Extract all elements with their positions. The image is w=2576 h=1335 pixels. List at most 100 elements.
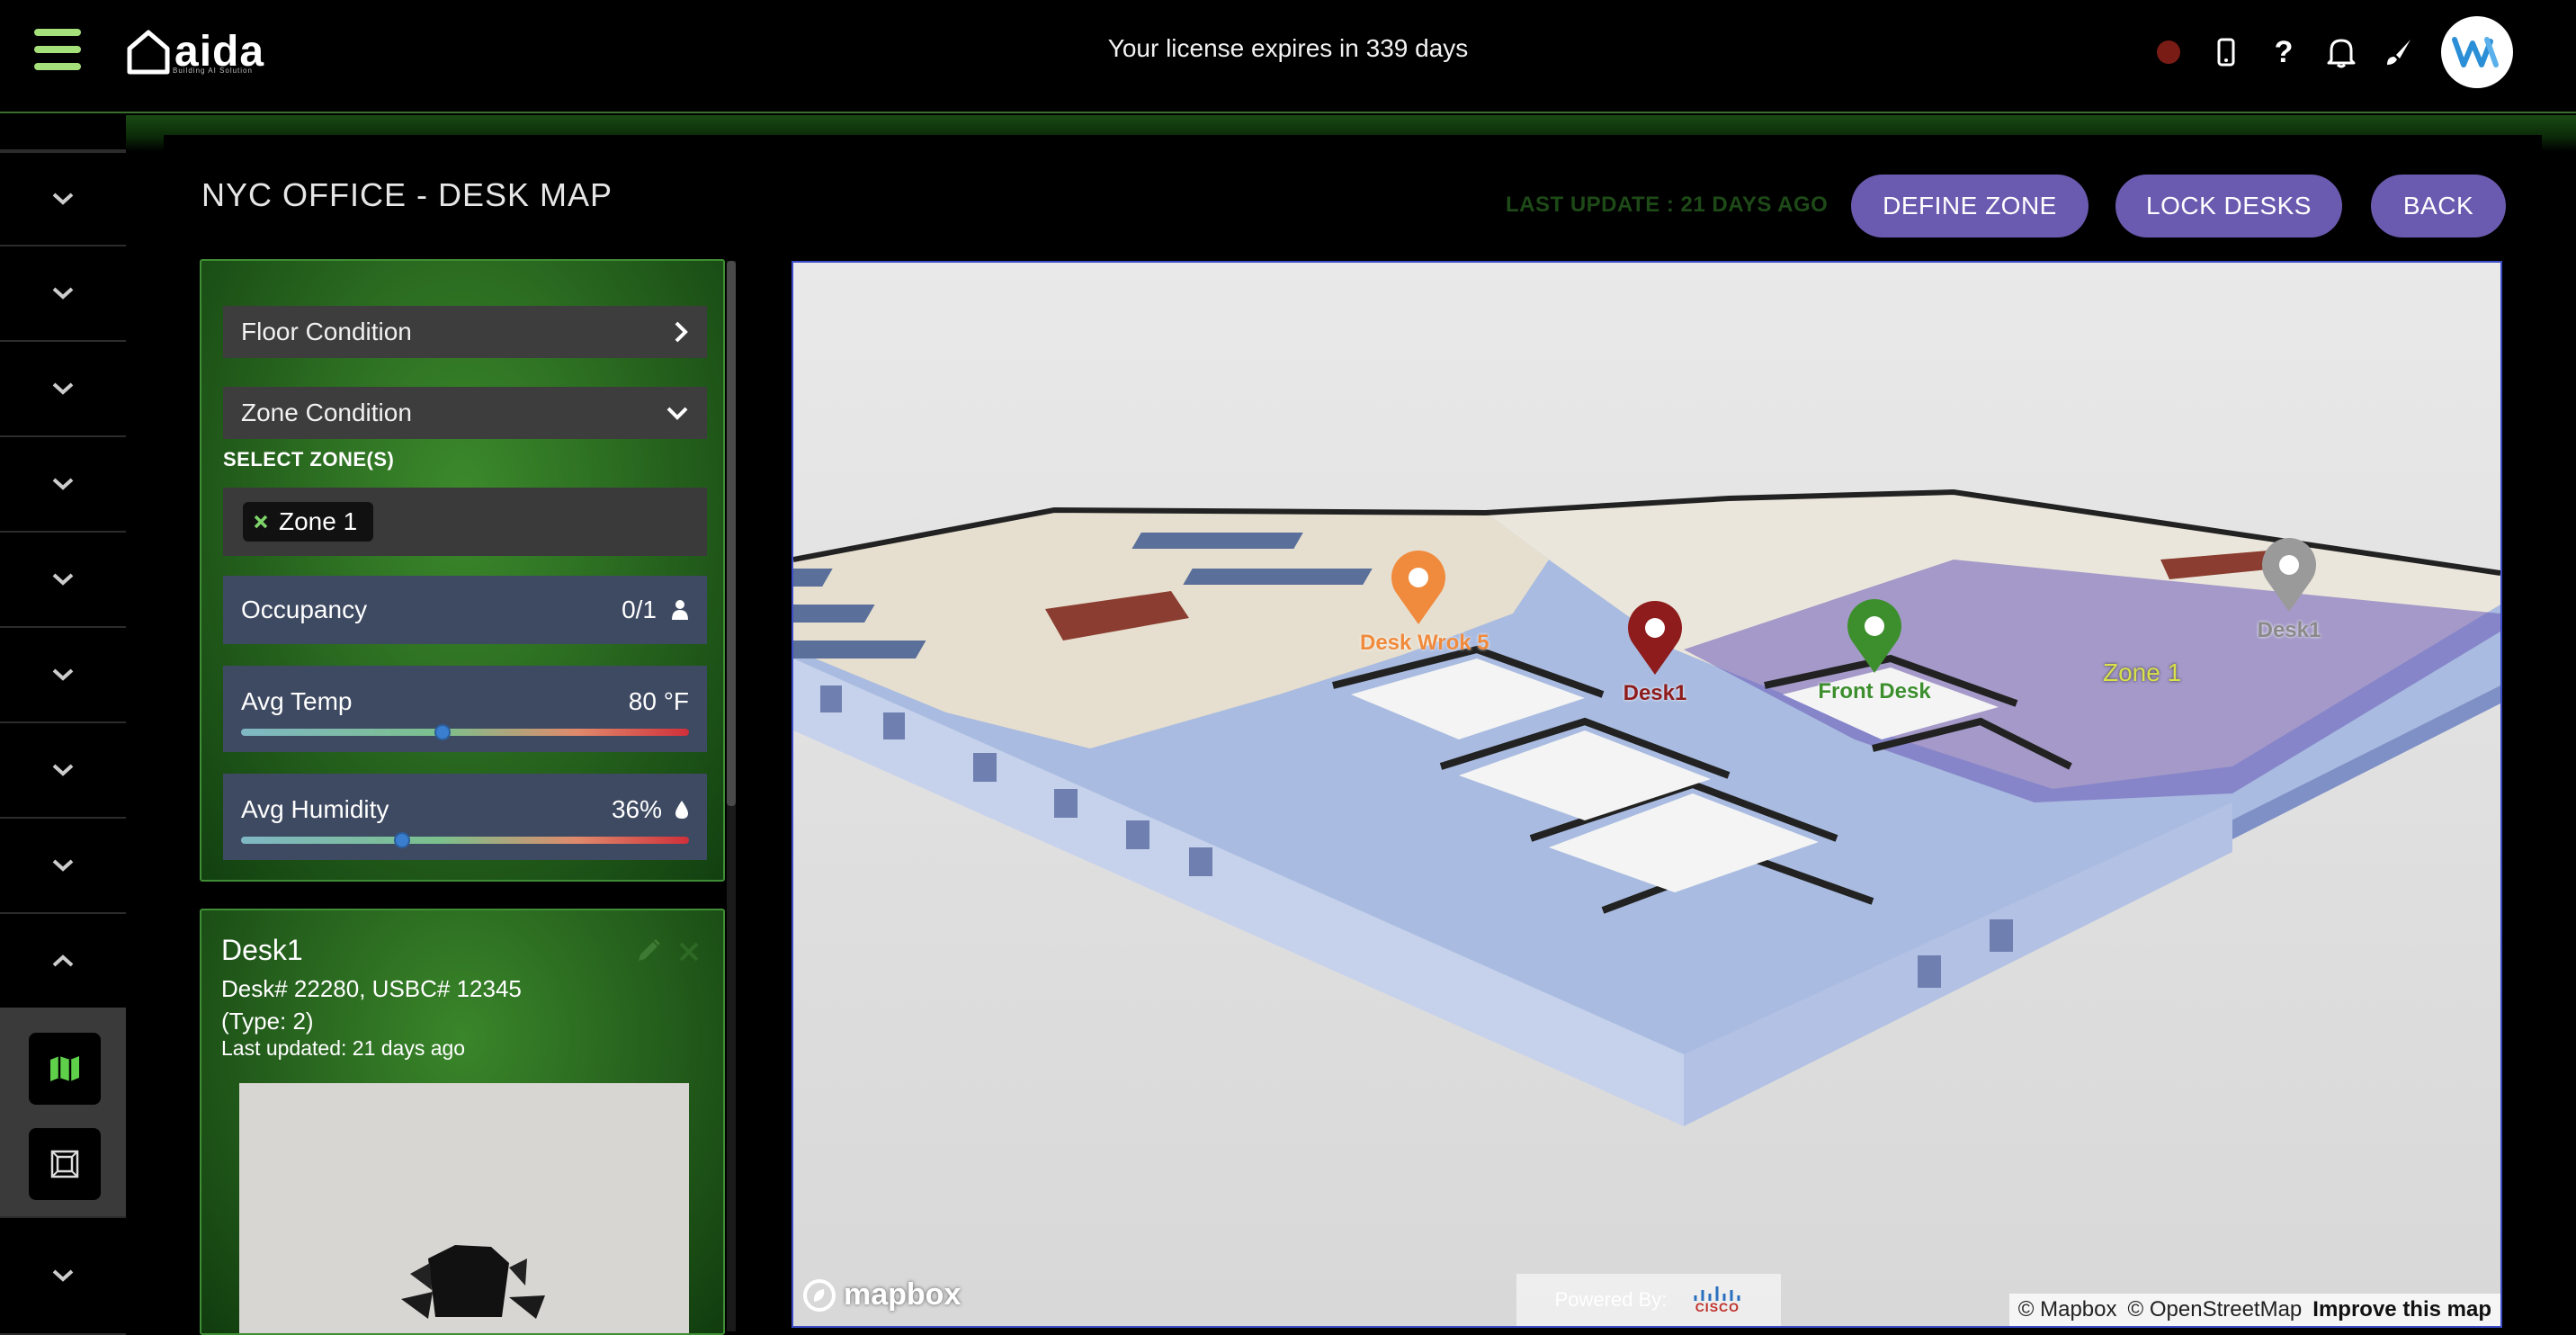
sidebar-item-2[interactable] <box>0 246 126 342</box>
attribution-mapbox-link[interactable]: © Mapbox <box>2018 1297 2117 1322</box>
desk-device-image <box>401 1245 545 1319</box>
chevron-down-icon <box>52 287 74 300</box>
chevron-down-icon <box>52 478 74 490</box>
user-avatar[interactable] <box>2441 16 2513 88</box>
desk-ids: Desk# 22280, USBC# 12345 <box>221 975 522 1002</box>
floorplan-icon <box>50 1150 79 1178</box>
chevron-down-icon <box>52 668 74 681</box>
floorplan-view-button[interactable] <box>29 1128 101 1200</box>
remove-zone-icon[interactable] <box>254 515 268 529</box>
sidebar-item-5[interactable] <box>0 533 126 628</box>
floor-condition-toggle[interactable]: Floor Condition <box>223 306 707 358</box>
marker-label: Desk Wrok 5 <box>1360 631 1489 655</box>
mapbox-logo[interactable]: mapbox <box>802 1277 961 1313</box>
sidebar-item-7[interactable] <box>0 723 126 819</box>
desk-card: Desk1 Desk# 22280, USBC# 12345 (Type: 2)… <box>200 909 725 1335</box>
sidebar-item-9[interactable] <box>0 914 126 1009</box>
sidebar-item-10[interactable] <box>0 1216 126 1335</box>
avg-humidity-slider <box>241 832 689 848</box>
chevron-down-icon <box>52 193 74 205</box>
avg-humidity-label: Avg Humidity <box>241 795 389 823</box>
avg-temp-row: Avg Temp 80 °F <box>223 666 707 752</box>
map-pin-orange-icon <box>1391 551 1445 624</box>
chevron-down-icon <box>52 1269 74 1282</box>
map-marker-front-desk[interactable]: Front Desk <box>1802 599 1946 704</box>
floor-3d-model <box>793 488 2500 1126</box>
desk-type: (Type: 2) <box>221 1008 314 1035</box>
avg-humidity-row: Avg Humidity 36% <box>223 774 707 860</box>
sidebar-item-8[interactable] <box>0 819 126 914</box>
map-marker-desk1-gray[interactable]: Desk1 <box>2240 538 2339 643</box>
occupancy-label: Occupancy <box>241 596 368 623</box>
edit-pencil-icon[interactable] <box>635 937 662 964</box>
left-sidebar <box>0 115 126 1335</box>
desk-photo <box>239 1083 689 1333</box>
map-pin-gray-icon <box>2262 538 2316 612</box>
avg-temp-slider <box>241 724 689 740</box>
avg-humidity-value: 36% <box>611 795 662 823</box>
desk-last-updated: Last updated: 21 days ago <box>221 1036 466 1060</box>
status-dot-icon[interactable] <box>2153 37 2184 67</box>
chevron-down-icon <box>52 382 74 395</box>
avg-temp-slider-knob <box>434 724 452 740</box>
map-icon <box>50 1056 79 1081</box>
marker-label: Desk1 <box>1623 681 1687 705</box>
cisco-logo: CISCO <box>1692 1286 1742 1313</box>
bell-icon[interactable] <box>2326 37 2357 68</box>
logo-tagline: Building AI Solution <box>173 67 253 75</box>
floor-condition-label: Floor Condition <box>241 318 412 345</box>
panel-scrollbar-thumb[interactable] <box>727 261 736 806</box>
lock-desks-button[interactable]: LOCK DESKS <box>2115 175 2342 237</box>
sidebar-item-1[interactable] <box>0 151 126 246</box>
chevron-down-icon <box>52 859 74 872</box>
avg-temp-label: Avg Temp <box>241 687 353 715</box>
last-update-label: LAST UPDATE : 21 DAYS AGO <box>1506 193 1829 217</box>
map-pin-green-icon <box>1847 599 1901 673</box>
zone-condition-toggle[interactable]: Zone Condition <box>223 387 707 439</box>
paintbrush-icon[interactable] <box>2384 37 2414 67</box>
define-zone-button[interactable]: DEFINE ZONE <box>1851 175 2089 237</box>
back-button[interactable]: BACK <box>2371 175 2506 237</box>
top-bar: aida Building AI Solution Your license e… <box>0 0 2576 113</box>
chevron-right-icon <box>675 321 688 343</box>
chevron-down-icon <box>52 764 74 776</box>
mapbox-logo-icon <box>803 1278 836 1312</box>
chevron-down-icon <box>52 573 74 586</box>
attribution-osm-link[interactable]: © OpenStreetMap <box>2128 1297 2303 1322</box>
powered-by-label: Powered By: <box>1554 1288 1668 1311</box>
top-icons: ? <box>2153 16 2513 88</box>
sidebar-submenu <box>0 1008 126 1216</box>
chevron-down-icon <box>666 407 688 420</box>
marker-label: Front Desk <box>1818 679 1931 703</box>
cisco-text: CISCO <box>1695 1300 1740 1314</box>
map-view-button[interactable] <box>29 1033 101 1105</box>
map-pin-red-icon <box>1628 601 1682 675</box>
chevron-up-icon <box>52 954 74 967</box>
zone-condition-label: Zone Condition <box>241 399 412 426</box>
sidebar-item-3[interactable] <box>0 342 126 437</box>
help-icon[interactable]: ? <box>2268 35 2299 69</box>
avg-humidity-slider-knob <box>394 832 411 848</box>
cisco-bars-icon <box>1694 1286 1740 1301</box>
sidebar-item-6[interactable] <box>0 628 126 723</box>
person-icon <box>672 600 688 620</box>
zone-select-input[interactable]: Zone 1 <box>223 488 707 556</box>
conditions-panel: Floor Condition Zone Condition SELECT ZO… <box>200 259 725 882</box>
page-title: NYC OFFICE - DESK MAP <box>201 176 613 213</box>
desk-map[interactable]: Desk Wrok 5 Desk1 Front Desk Desk1 Zone … <box>792 261 2502 1328</box>
desk-name: Desk1 <box>221 934 303 966</box>
map-attribution: © Mapbox © OpenStreetMap Improve this ma… <box>2008 1294 2500 1326</box>
sidebar-item-4[interactable] <box>0 437 126 533</box>
powered-by-badge: Powered By: CISCO <box>1516 1274 1781 1326</box>
occupancy-row: Occupancy 0/1 <box>223 576 707 644</box>
select-zones-label: SELECT ZONE(S) <box>223 448 395 470</box>
mobile-icon[interactable] <box>2211 37 2241 67</box>
map-marker-desk-wrok-5[interactable]: Desk Wrok 5 <box>1360 551 1489 656</box>
map-marker-desk1[interactable]: Desk1 <box>1601 601 1709 706</box>
improve-map-link[interactable]: Improve this map <box>2312 1297 2491 1322</box>
zone-chip-label: Zone 1 <box>279 507 358 535</box>
marker-label: Desk1 <box>2257 618 2321 642</box>
close-icon[interactable] <box>678 941 700 963</box>
occupancy-value: 0/1 <box>622 596 657 623</box>
zone-1-map-label: Zone 1 <box>2103 659 2182 686</box>
